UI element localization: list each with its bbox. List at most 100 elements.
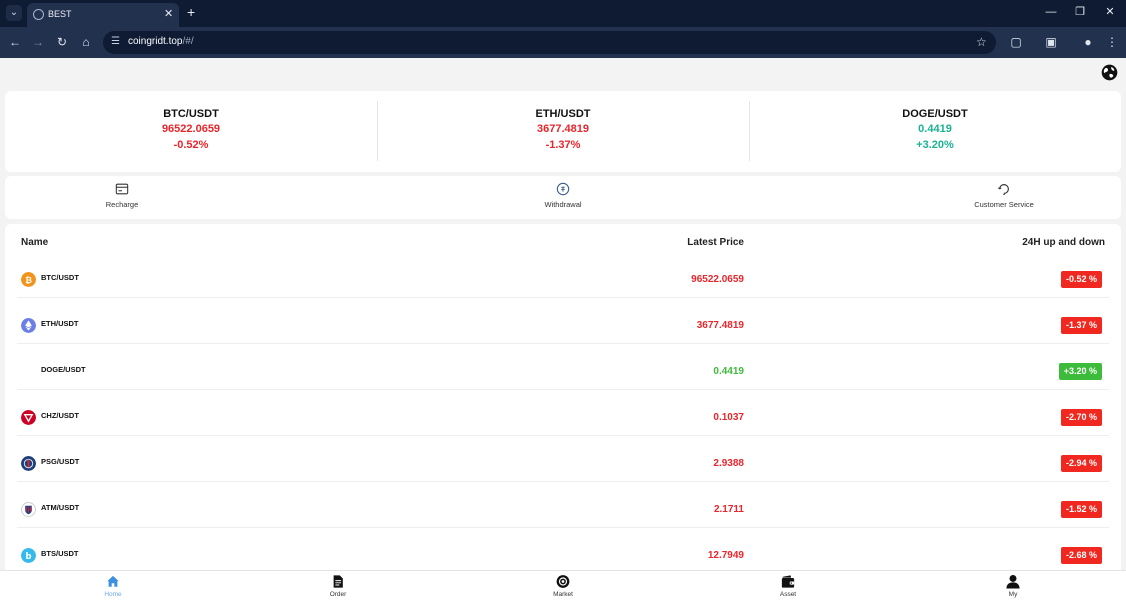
latest-price: 0.1037 bbox=[713, 412, 744, 423]
browser-toolbar: ← → ↻ ⌂ ☰ coingridt.top/#/ ☆ ▢ ▣ ● ⋮ bbox=[0, 27, 1126, 58]
ticker-eth[interactable]: ETH/USDT 3677.4819 -1.37% bbox=[377, 91, 749, 172]
bts-icon: b bbox=[21, 548, 36, 563]
ticker-change: -1.37% bbox=[545, 139, 581, 151]
change-badge: -2.70 % bbox=[1060, 409, 1102, 426]
ticker-price: 96522.0659 bbox=[161, 123, 221, 135]
recharge-button[interactable]: Recharge bbox=[62, 182, 182, 216]
customer-service-icon bbox=[997, 184, 1009, 196]
profile-icon[interactable]: ● bbox=[1081, 34, 1095, 50]
coin-pair: CHZ/USDT bbox=[41, 411, 79, 420]
ticker-btc[interactable]: BTC/USDT 96522.0659 -0.52% bbox=[5, 91, 377, 172]
reload-icon[interactable]: ↻ bbox=[55, 35, 69, 49]
tab-search-chevron-icon[interactable]: ⌄ bbox=[6, 5, 22, 21]
market-row[interactable]: ₿ BTC/USDT 96522.0659 -0.52 % bbox=[5, 252, 1121, 298]
new-tab-icon[interactable]: + bbox=[187, 4, 195, 20]
bottom-navigation: Home Order Market Asset My bbox=[0, 570, 1126, 602]
nav-market[interactable]: Market bbox=[523, 574, 603, 602]
ticker-pair: BTC/USDT bbox=[163, 108, 219, 120]
nav-order-label: Order bbox=[329, 591, 347, 598]
window-close-icon[interactable]: ✕ bbox=[1102, 5, 1118, 19]
coin-pair: BTS/USDT bbox=[41, 549, 79, 558]
restore-icon[interactable]: ❐ bbox=[1072, 5, 1088, 19]
psg-icon bbox=[21, 456, 36, 471]
nav-order[interactable]: Order bbox=[298, 574, 378, 602]
change-badge: -0.52 % bbox=[1060, 271, 1102, 288]
latest-price: 96522.0659 bbox=[691, 274, 744, 285]
coin-pair: DOGE/USDT bbox=[41, 365, 86, 374]
svg-text:b: b bbox=[25, 551, 31, 561]
atm-icon bbox=[21, 502, 36, 517]
latest-price: 0.4419 bbox=[713, 366, 744, 377]
ticker-doge[interactable]: DOGE/USDT 0.4419 +3.20% bbox=[749, 91, 1121, 172]
btc-icon: ₿ bbox=[21, 272, 36, 287]
recharge-icon bbox=[115, 183, 129, 195]
market-row[interactable]: b BTS/USDT 12.7949 -2.68 % bbox=[5, 528, 1121, 570]
chz-icon bbox=[21, 410, 36, 425]
ticker-change: -0.52% bbox=[173, 139, 209, 151]
url-text: coingridt.top/#/ bbox=[128, 36, 194, 47]
nav-home[interactable]: Home bbox=[73, 574, 153, 602]
market-row[interactable]: ETH/USDT 3677.4819 -1.37 % bbox=[5, 298, 1121, 344]
coin-pair: ETH/USDT bbox=[41, 319, 79, 328]
site-settings-icon[interactable]: ☰ bbox=[111, 36, 123, 48]
browser-menu-icon[interactable]: ⋮ bbox=[1105, 34, 1119, 50]
latest-price: 2.1711 bbox=[713, 504, 744, 515]
customer-service-button[interactable]: Customer Service bbox=[944, 182, 1064, 216]
ticker-price: 0.4419 bbox=[918, 123, 952, 135]
column-header-change: 24H up and down bbox=[1022, 237, 1105, 248]
screenshot-icon[interactable]: ▣ bbox=[1044, 34, 1058, 50]
extensions-icon[interactable]: ▢ bbox=[1009, 34, 1023, 50]
nav-market-label: Market bbox=[553, 591, 573, 598]
market-icon bbox=[556, 575, 570, 588]
browser-tab[interactable]: BEST ✕ bbox=[27, 3, 179, 27]
home-button-icon[interactable]: ⌂ bbox=[79, 35, 93, 49]
market-row[interactable]: CHZ/USDT 0.1037 -2.70 % bbox=[5, 390, 1121, 436]
nav-my-label: My bbox=[1008, 591, 1018, 598]
browser-tab-bar: ⌄ BEST ✕ + — ❐ ✕ bbox=[0, 0, 1126, 27]
market-row[interactable]: ATM/USDT 2.1711 -1.52 % bbox=[5, 482, 1121, 528]
change-badge: -1.37 % bbox=[1060, 317, 1102, 334]
eth-icon bbox=[21, 318, 36, 333]
ticker-pair: ETH/USDT bbox=[535, 108, 591, 120]
latest-price: 12.7949 bbox=[707, 550, 744, 561]
wallet-icon bbox=[781, 575, 795, 588]
ticker-change: +3.20% bbox=[916, 139, 954, 151]
minimize-icon[interactable]: — bbox=[1043, 5, 1059, 19]
coin-pair: BTC/USDT bbox=[41, 273, 79, 282]
bookmark-star-icon[interactable]: ☆ bbox=[976, 35, 987, 49]
quick-actions-card: Recharge Withdrawal Customer Service bbox=[5, 176, 1121, 219]
order-icon bbox=[333, 575, 343, 588]
nav-asset[interactable]: Asset bbox=[748, 574, 828, 602]
market-row[interactable]: PSG/USDT 2.9388 -2.94 % bbox=[5, 436, 1121, 482]
svg-text:₿: ₿ bbox=[25, 275, 32, 285]
ticker-price: 3677.4819 bbox=[537, 123, 589, 135]
change-badge: -2.94 % bbox=[1060, 455, 1102, 472]
home-icon bbox=[107, 575, 119, 587]
withdrawal-icon bbox=[556, 182, 570, 196]
user-icon bbox=[1006, 574, 1020, 589]
nav-home-label: Home bbox=[104, 591, 122, 598]
withdrawal-button[interactable]: Withdrawal bbox=[503, 182, 623, 216]
latest-price: 2.9388 bbox=[713, 458, 744, 469]
change-badge: +3.20 % bbox=[1058, 363, 1102, 380]
latest-price: 3677.4819 bbox=[696, 320, 744, 331]
back-icon[interactable]: ← bbox=[8, 35, 22, 49]
globe-icon bbox=[33, 9, 44, 20]
coin-pair: PSG/USDT bbox=[41, 457, 80, 466]
customer-service-label: Customer Service bbox=[974, 200, 1034, 209]
withdrawal-label: Withdrawal bbox=[544, 200, 582, 209]
ticker-summary-card: BTC/USDT 96522.0659 -0.52% ETH/USDT 3677… bbox=[5, 91, 1121, 172]
forward-icon[interactable]: → bbox=[31, 35, 45, 49]
nav-my[interactable]: My bbox=[973, 574, 1053, 602]
recharge-label: Recharge bbox=[105, 200, 139, 209]
close-tab-icon[interactable]: ✕ bbox=[164, 7, 173, 21]
address-bar[interactable]: ☰ coingridt.top/#/ ☆ bbox=[103, 31, 996, 54]
tab-title: BEST bbox=[48, 9, 72, 19]
coin-pair: ATM/USDT bbox=[41, 503, 80, 512]
market-row[interactable]: DOGE/USDT 0.4419 +3.20 % bbox=[5, 344, 1121, 390]
nav-asset-label: Asset bbox=[779, 591, 797, 598]
change-badge: -1.52 % bbox=[1060, 501, 1102, 518]
language-globe-icon[interactable] bbox=[1101, 64, 1118, 81]
change-badge: -2.68 % bbox=[1060, 547, 1102, 564]
market-list: Name Latest Price 24H up and down ₿ BTC/… bbox=[5, 224, 1121, 570]
